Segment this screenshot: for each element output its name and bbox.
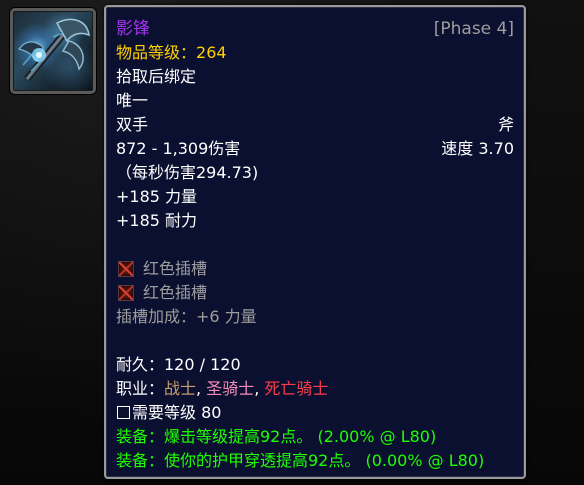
dps-value: （每秒伤害294.73) xyxy=(116,163,259,182)
equip-effect-crit: 装备：爆击等级提高92点。 (2.00% @ L80) xyxy=(116,427,437,446)
damage-range: 872 - 1,309伤害 xyxy=(116,139,241,158)
slot-row: 双手 斧 xyxy=(116,113,514,137)
weapon-speed: 速度 3.70 xyxy=(441,139,514,158)
class-warrior: 战士 xyxy=(164,379,197,398)
classes-row: 职业：战士, 圣骑士, 死亡骑士 xyxy=(116,377,514,401)
red-socket-icon xyxy=(118,285,134,301)
weapon-type: 斧 xyxy=(497,115,514,134)
required-level: 需要等级 80 xyxy=(132,403,222,422)
damage-row: 872 - 1,309伤害 速度 3.70 xyxy=(116,137,514,161)
stat-stamina: +185 耐力 xyxy=(116,211,198,230)
unique-label: 唯一 xyxy=(116,91,149,110)
phase-label: [Phase 4] xyxy=(433,19,514,39)
missing-glyph-icon xyxy=(117,406,130,419)
class-death-knight: 死亡骑士 xyxy=(264,379,329,398)
item-tooltip: 影锋 [Phase 4] 物品等级：264 拾取后绑定 唯一 双手 斧 872 … xyxy=(104,5,526,479)
required-level-row: 需要等级 80 xyxy=(116,401,514,425)
title-row: 影锋 [Phase 4] xyxy=(116,17,514,41)
equip-effect-armor-pen: 装备：使你的护甲穿透提高92点。 (0.00% @ L80) xyxy=(116,451,485,470)
item-level-value: 264 xyxy=(196,43,227,62)
socket-bonus: 插槽加成：+6 力量 xyxy=(116,307,257,326)
classes-label: 职业： xyxy=(116,379,165,398)
two-handed-axe-icon[interactable] xyxy=(10,8,96,94)
item-name: 影锋 xyxy=(116,19,150,39)
slot-label: 双手 xyxy=(116,115,149,134)
axe-artwork xyxy=(17,18,90,82)
item-level-row: 物品等级：264 xyxy=(116,41,514,65)
class-separator: , xyxy=(196,379,207,398)
stat-strength: +185 力量 xyxy=(116,187,198,206)
item-level-label: 物品等级： xyxy=(116,43,197,62)
bind-type: 拾取后绑定 xyxy=(116,67,197,86)
durability: 耐久：120 / 120 xyxy=(116,355,241,374)
socket-label: 红色插槽 xyxy=(143,283,208,302)
class-paladin: 圣骑士 xyxy=(206,379,255,398)
socket-slot[interactable]: 红色插槽 xyxy=(116,257,514,281)
class-separator: , xyxy=(254,379,265,398)
red-socket-icon xyxy=(118,261,134,277)
socket-slot[interactable]: 红色插槽 xyxy=(116,281,514,305)
socket-label: 红色插槽 xyxy=(143,259,208,278)
